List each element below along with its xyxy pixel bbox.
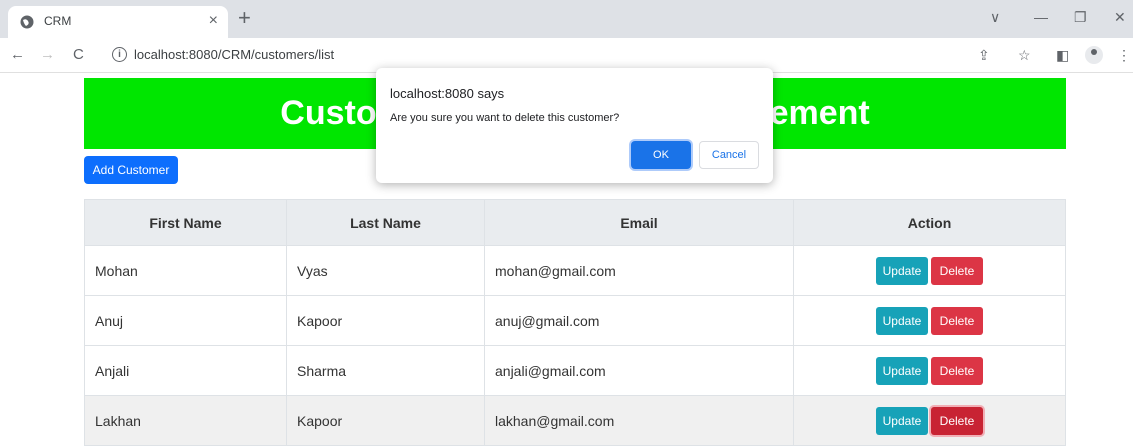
back-icon[interactable]: ← [10, 46, 25, 63]
confirm-dialog: localhost:8080 says Are you sure you wan… [376, 68, 773, 183]
delete-button[interactable]: Delete [931, 256, 983, 285]
first-name-cell: Anjali [84, 345, 287, 396]
browser-tab-bar: CRM × + ∨ — ❐ ✕ [0, 0, 1133, 38]
update-button[interactable]: Update [876, 306, 928, 335]
delete-button[interactable]: Delete [931, 356, 983, 385]
action-cell: Update Delete [793, 295, 1066, 346]
url-text[interactable]: localhost:8080/CRM/customers/list [134, 47, 334, 62]
column-header: First Name [84, 199, 287, 246]
email-cell: anuj@gmail.com [484, 295, 794, 346]
email-cell: lakhan@gmail.com [484, 395, 794, 446]
tab-title: CRM [44, 14, 72, 28]
first-name-cell: Lakhan [84, 395, 287, 446]
site-info-icon[interactable]: i [112, 47, 127, 62]
table-row: Lakhan Kapoor lakhan@gmail.com Update Del… [84, 395, 1066, 446]
ok-button[interactable]: OK [631, 141, 691, 169]
cancel-button[interactable]: Cancel [699, 141, 759, 169]
column-header: Action [793, 199, 1066, 246]
update-button[interactable]: Update [876, 256, 928, 285]
last-name-cell: Kapoor [286, 295, 485, 346]
email-cell: mohan@gmail.com [484, 245, 794, 296]
reload-icon[interactable]: C [73, 46, 84, 63]
globe-icon [20, 15, 34, 29]
new-tab-icon[interactable]: + [238, 5, 251, 31]
update-button[interactable]: Update [876, 356, 928, 385]
delete-button[interactable]: Delete [931, 306, 983, 335]
add-customer-button[interactable]: Add Customer [84, 156, 178, 184]
minimize-icon[interactable]: — [1034, 9, 1048, 25]
share-icon[interactable]: ⇪ [978, 47, 990, 64]
address-bar[interactable]: i localhost:8080/CRM/customers/list [100, 42, 1020, 68]
side-panel-icon[interactable]: ◧ [1056, 47, 1069, 64]
table-row: Anuj Kapoor anuj@gmail.com Update Delete [84, 295, 1066, 346]
forward-icon[interactable]: → [40, 46, 55, 63]
action-cell: Update Delete [793, 345, 1066, 396]
first-name-cell: Anuj [84, 295, 287, 346]
window-close-icon[interactable]: ✕ [1114, 9, 1126, 26]
tab-search-icon[interactable]: ∨ [990, 9, 1000, 26]
table-header-row: First Name Last Name Email Action [84, 199, 1066, 246]
restore-icon[interactable]: ❐ [1074, 9, 1087, 26]
action-cell: Update Delete [793, 245, 1066, 296]
customers-table: First Name Last Name Email Action Mohan … [84, 199, 1066, 446]
last-name-cell: Sharma [286, 345, 485, 396]
column-header: Email [484, 199, 794, 246]
table-row: Mohan Vyas mohan@gmail.com Update Delete [84, 245, 1066, 296]
dialog-title: localhost:8080 says [390, 86, 505, 101]
browser-tab[interactable]: CRM × [8, 6, 228, 38]
action-cell: Update Delete [793, 395, 1066, 446]
menu-icon[interactable]: ⋮ [1117, 47, 1131, 64]
dialog-message: Are you sure you want to delete this cus… [390, 112, 620, 124]
first-name-cell: Mohan [84, 245, 287, 296]
table-row: Anjali Sharma anjali@gmail.com Update Del… [84, 345, 1066, 396]
last-name-cell: Kapoor [286, 395, 485, 446]
delete-button[interactable]: Delete [931, 406, 983, 435]
column-header: Last Name [286, 199, 485, 246]
update-button[interactable]: Update [876, 406, 928, 435]
tab-close-icon[interactable]: × [209, 12, 218, 30]
bookmark-star-icon[interactable]: ☆ [1018, 47, 1031, 64]
profile-avatar-icon[interactable] [1085, 46, 1103, 64]
last-name-cell: Vyas [286, 245, 485, 296]
email-cell: anjali@gmail.com [484, 345, 794, 396]
